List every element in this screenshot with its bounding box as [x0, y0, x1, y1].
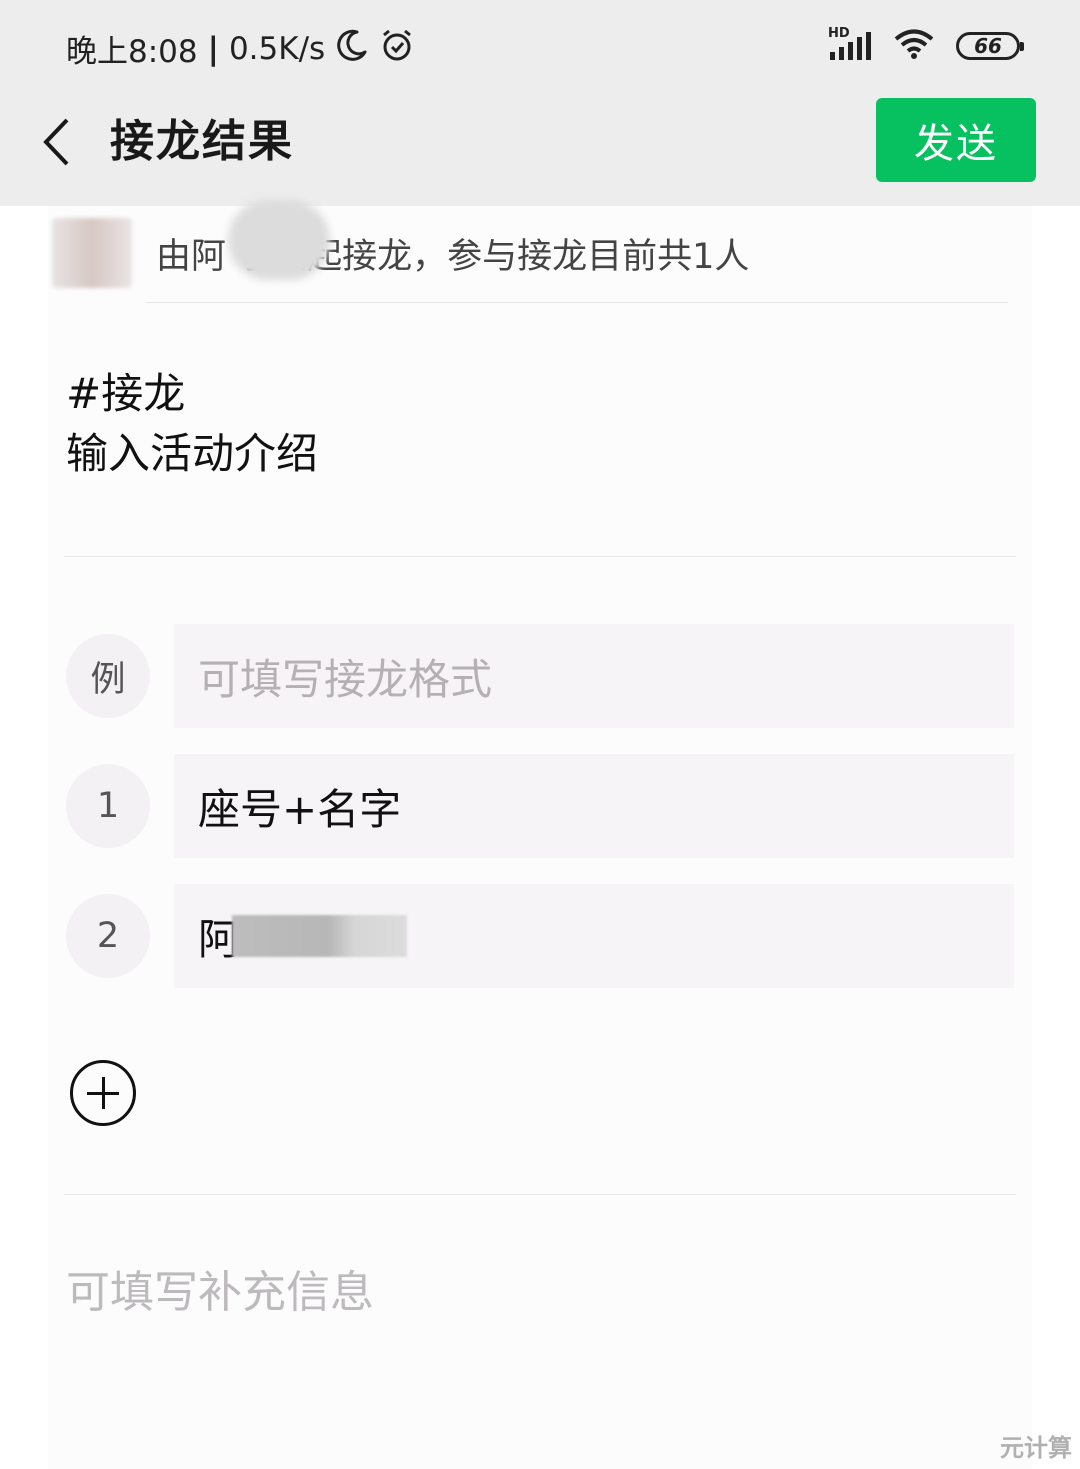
format-placeholder: 可填写接龙格式: [198, 654, 493, 704]
moon-icon: [335, 28, 369, 70]
status-right: HD 66: [828, 26, 1024, 64]
battery-level: 66: [974, 34, 1002, 58]
row-badge: 2: [66, 894, 150, 978]
main-content: 由阿 宁发起接龙，参与接龙目前共1人 #接龙 输入活动介绍 例 可填写接龙格式 …: [0, 200, 1080, 1469]
divider: [64, 1194, 1016, 1195]
alarm-icon: [379, 27, 415, 71]
divider: [146, 302, 1008, 303]
signal-icon: HD: [828, 26, 872, 62]
avatar: [52, 218, 132, 288]
status-left: 晚上8:08 | 0.5K/s: [66, 26, 415, 71]
page-title: 接龙结果: [110, 116, 294, 167]
format-input[interactable]: 可填写接龙格式: [174, 624, 1014, 728]
nav-bar: 接龙结果 发送: [0, 96, 1080, 206]
initiator-info: 由阿 宁发起接龙，参与接龙目前共1人: [0, 200, 1080, 306]
entry-text: 座号+名字: [198, 784, 402, 834]
list-item: 2 阿: [64, 884, 1016, 988]
chevron-left-icon: [43, 118, 69, 166]
divider: [64, 556, 1016, 557]
status-separator: |: [207, 30, 219, 67]
wifi-icon: [894, 28, 934, 64]
battery-icon: 66: [956, 32, 1024, 60]
redacted-name: [232, 915, 408, 957]
row-badge: 例: [66, 634, 150, 718]
net-speed: 0.5K/s: [228, 30, 326, 67]
topic-intro: 输入活动介绍: [66, 429, 319, 478]
list-item-example: 例 可填写接龙格式: [64, 624, 1016, 728]
extra-info-input[interactable]: 可填写补充信息: [66, 1256, 374, 1320]
status-time: 晚上8:08: [66, 34, 198, 70]
send-button[interactable]: 发送: [876, 98, 1036, 182]
topic-tag: #接龙: [66, 369, 186, 418]
topic-textarea[interactable]: #接龙 输入活动介绍: [66, 364, 318, 484]
redacted-name: [228, 200, 330, 280]
entry-input[interactable]: 阿: [174, 884, 1014, 988]
watermark: 元计算: [1000, 1434, 1072, 1462]
row-badge: 1: [66, 764, 150, 848]
status-bar: 晚上8:08 | 0.5K/s HD 66: [0, 0, 1080, 96]
list-item: 1 座号+名字: [64, 754, 1016, 858]
back-button[interactable]: [34, 114, 78, 170]
plus-circle-icon[interactable]: [70, 1060, 136, 1126]
entry-input[interactable]: 座号+名字: [174, 754, 1014, 858]
